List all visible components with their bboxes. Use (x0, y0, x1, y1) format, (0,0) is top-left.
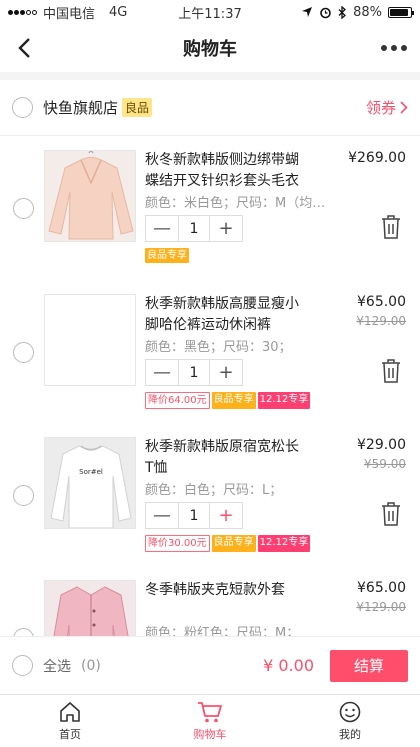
product-price: ¥269.00 (348, 150, 406, 166)
discount-badge: 降价64.00元 (145, 392, 210, 409)
shop-tag: 良品 (122, 98, 153, 117)
shirt-print-text: Sor#el (79, 468, 103, 476)
product-price: ¥65.00 (357, 294, 406, 310)
badge-list: 降价64.00元 良品专享 12.12专享 (145, 392, 311, 409)
product-price: ¥65.00 (357, 580, 406, 596)
tshirt-image: Sor#el (45, 438, 135, 528)
more-dot-icon (391, 45, 397, 51)
coupon-button[interactable]: 领券 (366, 97, 408, 118)
back-arrow-icon (18, 38, 30, 58)
cart-item: Sor#el 秋季新款韩版原宿宽松长T恤 颜色：白色；尺码：L； ¥29.00 … (0, 437, 420, 581)
back-button[interactable] (8, 32, 40, 64)
product-name[interactable]: 冬季韩版夹克短款外套 (145, 580, 307, 622)
more-button[interactable] (378, 34, 410, 62)
tab-profile[interactable]: 我的 (280, 695, 420, 747)
item-select-radio[interactable] (13, 485, 34, 506)
cart-icon (198, 702, 222, 723)
quantity-value[interactable]: 1 (178, 216, 210, 241)
increase-button[interactable]: + (210, 216, 242, 241)
product-name[interactable]: 秋冬新款韩版侧边绑带蝴蝶结开叉针织衫套头毛衣 (145, 150, 307, 192)
product-image[interactable]: Sor#el (44, 437, 136, 529)
sweater-image (45, 151, 135, 241)
product-image[interactable] (44, 294, 136, 386)
shop-header: 快鱼旗舰店 良品 领券 (0, 80, 420, 136)
page-title: 购物车 (183, 39, 237, 60)
cart-item: 秋季新款韩版高腰显瘦小脚哈伦裤运动休闲裤 颜色：黑色；尺码：30； ¥65.00… (0, 294, 420, 438)
shop-name[interactable]: 快鱼旗舰店 (43, 97, 118, 118)
tab-label: 购物车 (193, 728, 227, 741)
nav-bar: 购物车 (0, 24, 420, 72)
profile-icon (339, 701, 361, 723)
member-badge: 良品专享 (211, 392, 256, 409)
product-spec[interactable]: 颜色：黑色；尺码：30； (145, 336, 335, 355)
tab-cart[interactable]: 购物车 (140, 695, 280, 747)
quantity-value[interactable]: 1 (178, 503, 210, 528)
product-price: ¥29.00 (357, 437, 406, 453)
battery-icon (388, 6, 414, 18)
item-select-radio[interactable] (13, 198, 34, 219)
tab-bar: 首页 购物车 我的 (0, 694, 420, 747)
select-all-label[interactable]: 全选 (43, 656, 71, 676)
product-name[interactable]: 秋季新款韩版原宿宽松长T恤 (145, 437, 307, 479)
product-spec[interactable]: 颜色：米白色；尺码：M（均… (145, 192, 335, 211)
tab-label: 我的 (339, 728, 361, 741)
status-bar: 中国电信 4G 上午11:37 88% (0, 0, 420, 24)
cart-content: 快鱼旗舰店 良品 领券 秋冬新款韩版侧边绑带蝴蝶结开叉针织衫套头毛衣 颜色：米白… (0, 80, 420, 650)
selected-count: (0) (81, 657, 101, 674)
checkout-button[interactable]: 结算 (330, 649, 408, 682)
decrease-button[interactable]: — (146, 503, 178, 528)
tab-home[interactable]: 首页 (0, 695, 140, 747)
location-icon (302, 7, 313, 17)
product-name[interactable]: 秋季新款韩版高腰显瘦小脚哈伦裤运动休闲裤 (145, 294, 307, 336)
network-text: 4G (109, 4, 128, 20)
total-price: ¥ 0.00 (263, 656, 314, 675)
shop-select-radio[interactable] (12, 97, 33, 118)
original-price: ¥129.00 (356, 600, 406, 614)
coupon-label: 领券 (365, 99, 396, 117)
item-select-radio[interactable] (13, 342, 34, 363)
quantity-stepper: — 1 + (145, 502, 243, 529)
trash-icon[interactable] (380, 358, 402, 384)
select-all-radio[interactable] (12, 655, 33, 676)
decrease-button[interactable]: — (146, 216, 178, 241)
increase-button[interactable]: + (210, 360, 242, 385)
trash-icon[interactable] (380, 501, 402, 527)
product-image[interactable] (44, 150, 136, 242)
badge-list: 良品专享 (145, 248, 189, 263)
chevron-right-icon (400, 101, 408, 114)
quantity-value[interactable]: 1 (178, 360, 210, 385)
decrease-button[interactable]: — (146, 360, 178, 385)
signal-icon (8, 9, 37, 15)
checkout-bar: 全选 (0) ¥ 0.00 结算 (0, 636, 420, 694)
product-spec[interactable]: 颜色：白色；尺码：L； (145, 479, 335, 498)
increase-button[interactable]: + (210, 503, 242, 528)
original-price: ¥59.00 (364, 457, 406, 471)
more-dot-icon (381, 45, 387, 51)
tab-label: 首页 (59, 728, 81, 741)
quantity-stepper: — 1 + (145, 359, 243, 386)
alarm-icon (320, 7, 331, 18)
battery-percent: 88% (353, 4, 382, 20)
home-icon (60, 702, 80, 722)
member-badge: 良品专享 (145, 248, 189, 263)
discount-badge: 降价30.00元 (145, 535, 210, 552)
event-badge: 12.12专享 (257, 535, 311, 552)
event-badge: 12.12专享 (257, 392, 311, 409)
badge-list: 降价30.00元 良品专享 12.12专享 (145, 535, 311, 552)
original-price: ¥129.00 (356, 314, 406, 328)
more-dot-icon (401, 45, 407, 51)
carrier-text: 中国电信 (43, 6, 96, 22)
bluetooth-icon (338, 5, 347, 19)
quantity-stepper: — 1 + (145, 215, 243, 242)
member-badge: 良品专享 (211, 535, 256, 552)
trash-icon[interactable] (380, 214, 402, 240)
cart-item: 秋冬新款韩版侧边绑带蝴蝶结开叉针织衫套头毛衣 颜色：米白色；尺码：M（均… ¥2… (0, 150, 420, 294)
